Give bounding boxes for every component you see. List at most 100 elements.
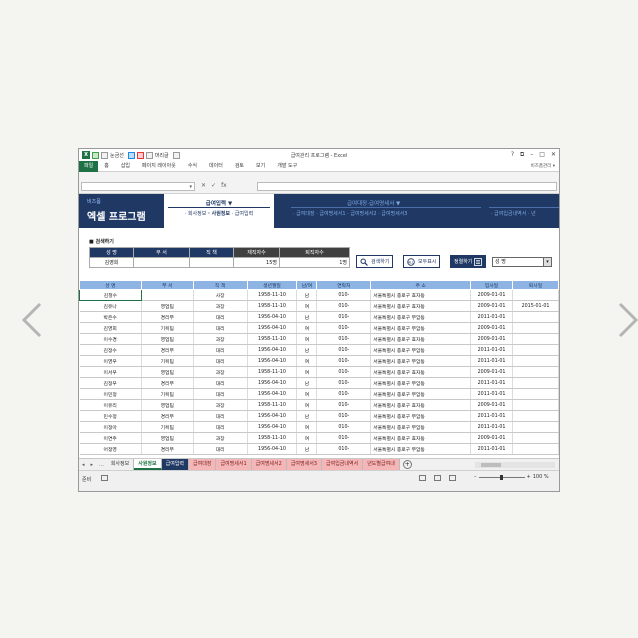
grid-cell[interactable]: 2011-01-01 [470,355,514,367]
tab-page-layout[interactable]: 페이지 레이아웃 [136,161,182,172]
grid-cell[interactable]: 서울특별시 종로구 부암동 [370,388,472,400]
grid-cell[interactable]: 2015-01-01 [512,300,559,312]
grid-cell[interactable]: 민수정 [79,410,142,422]
grid-cell[interactable]: 010- [316,410,372,422]
grid-cell[interactable]: 영업팀 [141,333,194,345]
grid-cell[interactable]: 영업팀 [141,399,194,411]
tab-file[interactable]: 파일 [79,160,99,172]
grid-cell[interactable]: 과장 [193,432,248,444]
grid-cell[interactable]: 남 [296,311,318,323]
grid-cell[interactable]: 이민정 [79,388,142,400]
grid-cell[interactable]: 여 [296,322,318,334]
grid-cell[interactable]: 010- [316,300,372,312]
grid-cell[interactable]: 남 [296,344,318,356]
grid-cell[interactable]: 2009-01-01 [470,322,514,334]
zoom-out-icon[interactable]: – [474,474,477,480]
grid-cell[interactable]: 김정우 [79,377,142,389]
grid-cell[interactable]: 1956-04-10 [247,410,298,422]
print-icon[interactable] [127,151,135,159]
macro-record-icon[interactable] [101,475,108,481]
grid-cell[interactable]: 이유리 [79,399,142,411]
sheet-tab[interactable]: 급여입력 [161,459,190,470]
grid-cell[interactable]: 010- [316,355,372,367]
grid-cell[interactable]: 서울특별시 종로구 효자동 [370,366,472,378]
tab-scroll-right-icon[interactable]: ▸ [88,462,97,468]
grid-cell[interactable] [512,432,559,444]
menu-item-company[interactable]: · 회사정보 [185,211,207,217]
menu-item-statement1[interactable]: · 급여명세서1 [316,211,345,217]
grid-cell[interactable]: 이수경 [79,333,142,345]
grid-cell[interactable]: 김철수 [79,289,142,301]
sheet-tab[interactable]: 년도별급여내 [363,459,400,470]
grid-cell[interactable]: 010- [316,443,372,455]
grid-cell[interactable]: 서울특별시 종로구 부암동 [370,443,472,455]
grid-cell[interactable]: 남 [296,443,318,455]
grid-cell[interactable]: 010- [316,432,372,444]
grid-cell[interactable]: 010- [316,377,372,389]
grid-cell[interactable] [512,377,559,389]
tab-view[interactable]: 보기 [250,161,271,172]
menu-item-employee[interactable]: · 사원정보 [208,211,230,217]
grid-cell[interactable]: 대리 [193,311,248,323]
sheet-tab[interactable]: 급여명세서3 [286,459,322,470]
tab-review[interactable]: 검토 [229,161,250,172]
grid-cell[interactable]: 2011-01-01 [470,421,514,433]
grid-cell[interactable]: 과장 [193,366,248,378]
tab-insert[interactable]: 삽입 [115,161,136,172]
next-arrow-icon[interactable] [614,300,638,340]
sheet-tab[interactable]: 급여입금내역서 [322,459,364,470]
grid-cell[interactable]: 김정수 [79,344,142,356]
scrollbar-thumb[interactable] [481,462,501,467]
sort-select[interactable]: 성 명 ▾ [492,257,552,267]
zoom-thumb[interactable] [499,474,503,480]
tab-data[interactable]: 데이터 [203,161,229,172]
grid-cell[interactable]: 서울특별시 종로구 효자동 [370,300,472,312]
grid-cell[interactable]: 이연주 [79,432,142,444]
ribbon-display-icon[interactable]: ⧉ [520,151,524,159]
grid-cell[interactable]: 010- [316,333,372,345]
user-account[interactable]: 비즈폼관리 ▾ [531,163,559,169]
grid-cell[interactable]: 여 [296,388,318,400]
grid-cell[interactable]: 서울특별시 종로구 부암동 [370,322,472,334]
chevron-down-icon[interactable]: ▾ [189,184,192,190]
menu-item-deposit[interactable]: · 급여입금내역서 [491,211,526,217]
grid-cell[interactable] [512,388,559,400]
grid-cell[interactable]: 이정아 [79,421,142,433]
tab-developer[interactable]: 개발 도구 [271,161,303,172]
grid-cell[interactable]: 경리부 [141,377,194,389]
grid-cell[interactable]: 2011-01-01 [470,410,514,422]
grid-cell[interactable]: 기획팀 [141,355,194,367]
grid-cell[interactable]: 1956-04-10 [247,344,298,356]
normal-view-icon[interactable] [419,475,426,481]
grid-cell[interactable]: 1958-11-10 [247,289,298,301]
menu-title[interactable]: 급여대장·급여명세서 ▼ [347,199,400,207]
enter-icon[interactable]: ✓ [211,182,216,189]
sheet-tab[interactable]: 급여명세서1 [216,459,252,470]
grid-cell[interactable]: 2009-01-01 [470,333,514,345]
grid-cell[interactable]: 2011-01-01 [470,377,514,389]
sheet-tab[interactable]: 급여대장 [189,459,217,470]
grid-cell[interactable]: 1958-11-10 [247,366,298,378]
grid-cell[interactable]: 2009-01-01 [470,289,514,301]
grid-cell[interactable]: 여 [296,399,318,411]
grid-cell[interactable]: 서울특별시 종로구 효자동 [370,432,472,444]
grid-cell[interactable]: 대리 [193,344,248,356]
grid-cell[interactable]: 010- [316,344,372,356]
search-name-input[interactable]: 김영희 [89,257,134,268]
grid-cell[interactable]: 1956-04-10 [247,355,298,367]
grid-cell[interactable]: 영업팀 [141,300,194,312]
grid-cell[interactable] [141,289,194,301]
zoom-in-icon[interactable]: + [527,474,531,480]
grid-cell[interactable]: 경리부 [141,410,194,422]
grid-cell[interactable]: 2009-01-01 [470,399,514,411]
grid-cell[interactable] [512,421,559,433]
grid-cell[interactable]: 서울특별시 종로구 부암동 [370,355,472,367]
grid-cell[interactable]: 2011-01-01 [470,344,514,356]
grid-cell[interactable] [512,355,559,367]
save-icon[interactable] [92,151,99,159]
grid-cell[interactable]: 이영우 [79,355,142,367]
grid-cell[interactable]: 박은수 [79,311,142,323]
grid-cell[interactable]: 1956-04-10 [247,388,298,400]
grid-cell[interactable]: 김영희 [79,322,142,334]
grid-cell[interactable]: 1956-04-10 [247,377,298,389]
